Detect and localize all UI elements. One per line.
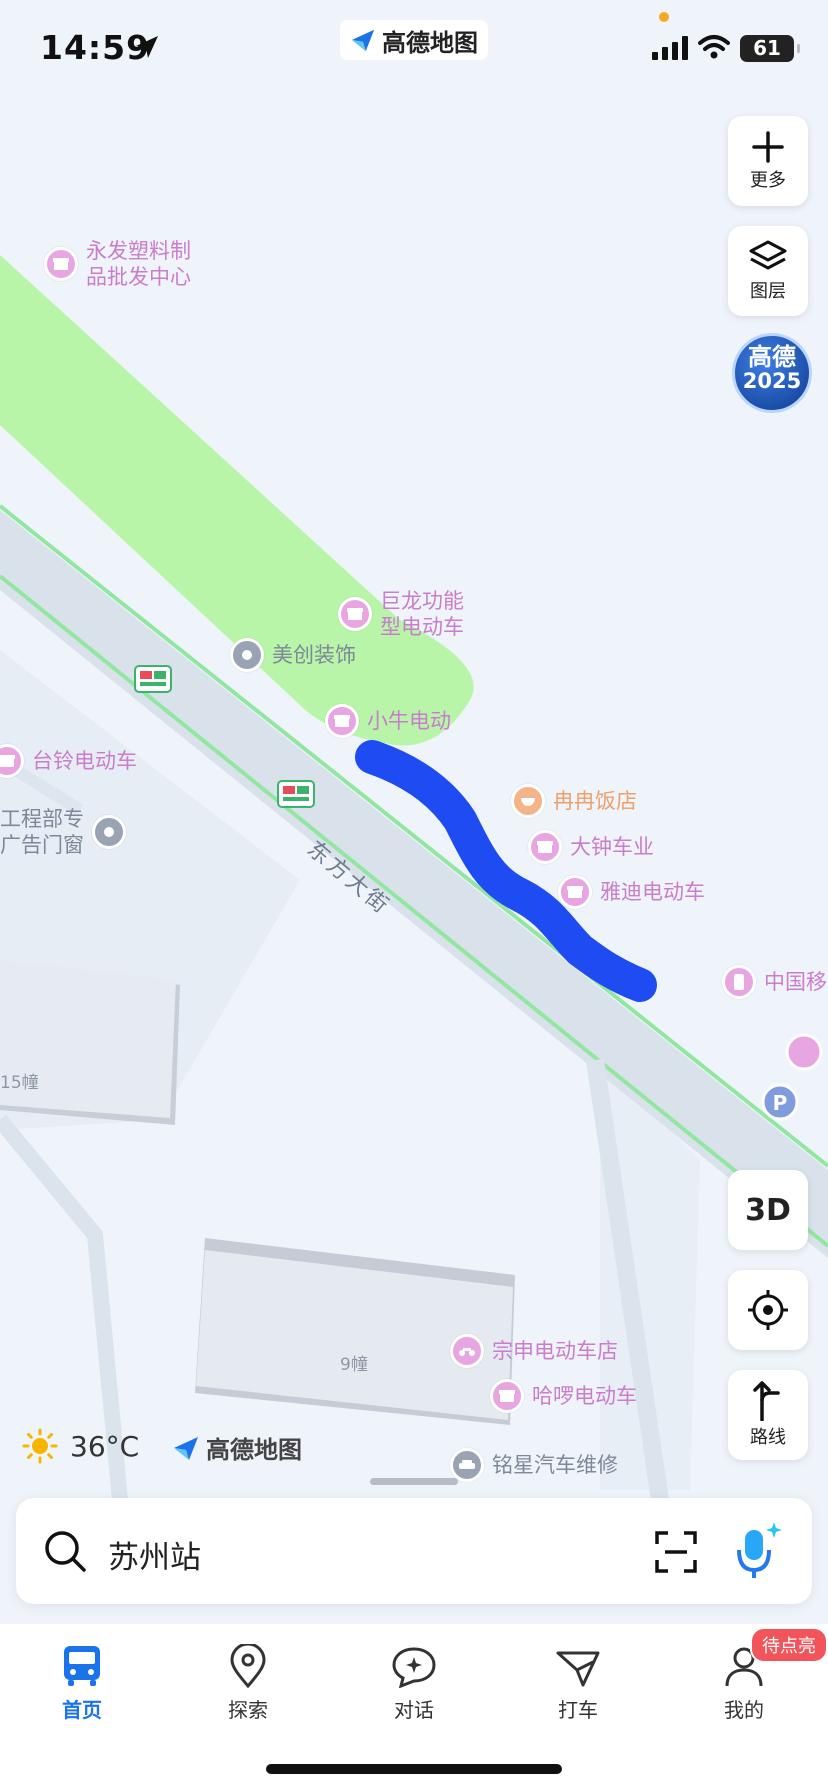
motorbike-icon	[450, 1334, 484, 1368]
location-arrow-icon	[136, 36, 158, 58]
bus-stop-icon[interactable]	[134, 665, 172, 693]
bus-icon	[64, 1646, 100, 1686]
tab-home[interactable]: 首页	[32, 1638, 132, 1723]
battery-indicator: 61	[740, 35, 800, 62]
profile-badge[interactable]: 待点亮	[750, 1627, 828, 1663]
shop-icon	[325, 704, 359, 738]
scan-icon[interactable]	[654, 1530, 698, 1574]
shop-icon	[338, 597, 372, 631]
watermark-logo: 高德地图	[172, 1430, 302, 1465]
app-brand: 高德地图	[340, 20, 488, 60]
shop-icon	[528, 830, 562, 864]
poi-haluo[interactable]: 哈啰电动车	[490, 1379, 637, 1413]
restaurant-icon	[511, 784, 545, 818]
voice-assistant-mic-icon[interactable]	[730, 1520, 790, 1584]
taxi-icon	[556, 1651, 600, 1687]
parking-icon[interactable]: P	[761, 1083, 799, 1121]
building-9	[195, 1238, 515, 1425]
privacy-indicator-dot	[659, 12, 669, 22]
poi-xiaoniu[interactable]: 小牛电动	[325, 704, 451, 738]
layers-button[interactable]: 图层	[728, 226, 808, 316]
poi-meichuang[interactable]: 美创装饰	[230, 638, 356, 672]
gaode-logo-icon	[351, 29, 375, 52]
poi-tailing[interactable]: 台铃电动车	[0, 744, 137, 778]
status-bar: 14:59 高德地图 61	[0, 0, 828, 96]
svg-text:P: P	[773, 1091, 788, 1115]
shop-icon	[44, 247, 78, 281]
shop-icon	[558, 875, 592, 909]
sheet-drag-handle[interactable]	[370, 1478, 458, 1485]
tab-explore[interactable]: 探索	[198, 1638, 298, 1723]
poi-gongcheng[interactable]: 工程部专 广告门窗	[0, 806, 126, 858]
map-canvas[interactable]: P 永发塑料制 品批发中心 巨龙功能 型电动车 美创装饰 小牛电动 台铃电动车 …	[0, 0, 828, 1624]
wifi-icon	[698, 35, 730, 59]
place-icon	[230, 638, 264, 672]
car-icon	[450, 1448, 484, 1482]
poi-yadi[interactable]: 雅迪电动车	[558, 875, 705, 909]
more-button[interactable]: 更多	[728, 116, 808, 206]
plus-icon	[752, 131, 784, 163]
tab-taxi[interactable]: 打车	[528, 1638, 628, 1723]
route-button[interactable]: 路线	[728, 1370, 808, 1460]
poi-ranran[interactable]: 冉冉饭店	[511, 784, 637, 818]
poi-mingxing[interactable]: 铭星汽车维修	[450, 1448, 618, 1482]
route-arrow-icon	[753, 1381, 780, 1421]
gaode-logo-icon	[174, 1436, 198, 1460]
poi-zongshen[interactable]: 宗申电动车店	[450, 1334, 618, 1368]
sun-icon	[22, 1428, 58, 1464]
crosshair-icon	[748, 1290, 788, 1330]
shop-icon	[490, 1379, 524, 1413]
home-indicator	[266, 1764, 562, 1774]
poi-julong[interactable]: 巨龙功能 型电动车	[338, 588, 464, 640]
temperature-text: 36°C	[70, 1429, 140, 1463]
shop-icon	[0, 744, 24, 778]
cellular-signal-icon	[652, 36, 688, 60]
phone-icon	[722, 965, 756, 999]
search-icon	[45, 1531, 86, 1572]
poi-yongfa[interactable]: 永发塑料制 品批发中心	[44, 238, 191, 290]
poi-dazhong[interactable]: 大钟车业	[528, 830, 654, 864]
building-label: 15幢	[0, 1073, 39, 1093]
building-label: 9幢	[340, 1355, 368, 1375]
place-icon	[92, 815, 126, 849]
search-bar[interactable]: 苏州站	[16, 1498, 812, 1604]
poi-zhongguoyi[interactable]: 中国移	[722, 965, 827, 999]
chat-icon	[392, 1647, 436, 1688]
map-pin-icon	[230, 1644, 266, 1688]
tab-chat[interactable]: 对话	[364, 1638, 464, 1723]
locate-button[interactable]	[728, 1270, 808, 1350]
weather-widget[interactable]: 36°C	[22, 1428, 139, 1464]
layers-icon	[749, 240, 787, 270]
search-input[interactable]: 苏州站	[108, 1532, 201, 1577]
gaode-2025-badge[interactable]: 高德 2025	[732, 333, 812, 413]
building-15	[0, 960, 180, 1125]
bus-stop-icon[interactable]	[277, 780, 315, 808]
shop-icon[interactable]	[785, 1033, 823, 1071]
view-3d-button[interactable]: 3D	[728, 1170, 808, 1250]
